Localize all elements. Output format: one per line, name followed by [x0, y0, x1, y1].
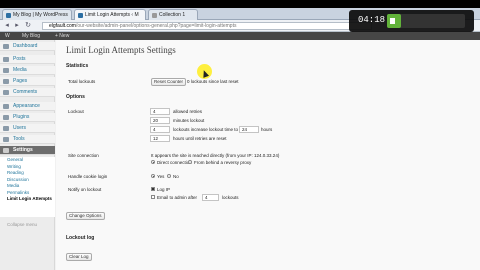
sidebar-item-label: Comments — [13, 89, 38, 95]
site-connection-note: It appears the site is reached directly … — [151, 153, 280, 158]
tab-collection[interactable]: Collection 1 — [148, 9, 198, 20]
reset-note: 0 lockouts since last reset — [187, 79, 239, 84]
sidebar-item-comments[interactable]: Comments — [0, 88, 55, 97]
top-bezel — [0, 0, 480, 8]
appearance-icon — [3, 104, 9, 109]
lockout-hours-input[interactable]: 24 — [239, 126, 259, 133]
plugins-icon — [3, 115, 9, 120]
tab-label: Collection 1 — [159, 12, 186, 18]
sidebar-item-pages[interactable]: Pages — [0, 77, 55, 86]
sidebar-item-label: Users — [13, 125, 27, 131]
sidebar-item-plugins[interactable]: Plugins — [0, 113, 55, 122]
submenu-limit-login-attempts[interactable]: Limit Login Attempts — [0, 196, 55, 203]
clear-log-button[interactable]: Clear Log — [66, 253, 92, 261]
sidebar-item-label: Posts — [13, 56, 26, 62]
change-options-button[interactable]: Change Options — [66, 212, 105, 220]
minutes-lockout-input[interactable]: 20 — [150, 117, 170, 124]
sidebar-item-label: Dashboard — [13, 43, 38, 49]
dashboard-icon — [3, 44, 9, 49]
cookie-yes-radio[interactable] — [151, 174, 155, 178]
options-heading: Options — [66, 94, 85, 100]
direct-connection-label: Direct connection — [157, 160, 192, 165]
admin-bar-site[interactable]: My Blog — [22, 32, 40, 40]
url-host: elgfault.com — [49, 23, 76, 29]
sidebar-item-settings[interactable]: Settings — [0, 146, 55, 155]
page-icon — [152, 13, 157, 18]
admin-sidebar: Dashboard Posts Media Pages Comments App… — [0, 40, 55, 270]
email-admin-label: Email to admin after — [157, 195, 198, 200]
notify-lockout-label: Notify on lockout — [68, 187, 102, 192]
hours-reset-label: hours until retries are reset — [173, 136, 227, 141]
video-time: 04:18 — [358, 15, 386, 25]
cookie-login-label: Handle cookie login — [68, 174, 108, 179]
settings-icon — [3, 148, 9, 153]
sidebar-item-tools[interactable]: Tools — [0, 135, 55, 144]
direct-connection-radio[interactable] — [151, 160, 155, 164]
allowed-retries-input[interactable]: 4 — [150, 108, 170, 115]
settings-submenu: General Writing Reading Discussion Media… — [0, 157, 55, 217]
media-icon — [3, 68, 9, 73]
email-admin-checkbox[interactable] — [151, 195, 155, 199]
wordpress-icon — [78, 13, 83, 18]
sidebar-item-dashboard[interactable]: Dashboard — [0, 42, 55, 51]
sidebar-item-label: Settings — [13, 147, 33, 153]
users-icon — [3, 126, 9, 131]
page-title: Limit Login Attempts Settings — [66, 45, 176, 55]
sidebar-item-label: Appearance — [13, 103, 40, 109]
sidebar-item-posts[interactable]: Posts — [0, 55, 55, 64]
comments-icon — [3, 90, 9, 95]
sidebar-item-label: Media — [13, 67, 27, 73]
lockouts-increase-label: lockouts increase lockout time to — [173, 127, 239, 132]
sidebar-item-label: Plugins — [13, 114, 30, 120]
screen: My Blog | My WordPress Limit Login Attem… — [0, 0, 480, 270]
collapse-menu[interactable]: Collapse menu — [7, 222, 37, 227]
statistics-heading: Statistics — [66, 63, 89, 69]
pages-icon — [3, 79, 9, 84]
sidebar-item-label: Tools — [13, 136, 25, 142]
sidebar-item-users[interactable]: Users — [0, 124, 55, 133]
lockout-label: Lockout — [68, 109, 84, 114]
lockouts-increase-input[interactable]: 4 — [150, 126, 170, 133]
minutes-lockout-label: minutes lockout — [173, 118, 205, 123]
back-icon[interactable]: ◂ — [3, 22, 11, 30]
lockout-log-heading: Lockout log — [66, 235, 95, 241]
wordpress-icon — [6, 13, 11, 18]
reverse-proxy-label: From behind a reversy proxy — [194, 160, 252, 165]
email-after-input[interactable]: 4 — [202, 194, 219, 201]
main-content: Limit Login Attempts Settings Statistics… — [56, 40, 480, 270]
url-path: /our-website/admin-panel/options-general… — [75, 23, 237, 29]
tab-label: Limit Login Attempts ‹ M — [85, 12, 139, 18]
admin-bar: W My Blog + New — [0, 32, 480, 40]
reset-counter-button[interactable]: Reset Counter — [151, 78, 187, 86]
site-connection-label: Site connection — [68, 153, 99, 158]
allowed-retries-label: allowed retries — [173, 109, 203, 114]
hours-reset-input[interactable]: 12 — [150, 135, 170, 142]
cookie-yes-label: Yes — [157, 174, 165, 179]
cookie-no-radio[interactable] — [167, 174, 171, 178]
cookie-no-label: No — [173, 174, 179, 179]
sidebar-item-label: Pages — [13, 78, 28, 84]
tab-label: My Blog | My WordPress — [13, 12, 68, 18]
email-after-suffix: lockouts — [222, 195, 239, 200]
reverse-proxy-radio[interactable] — [188, 160, 192, 164]
tools-icon — [3, 137, 9, 142]
lockout-hours-unit: hours — [261, 127, 273, 132]
tab-my-blog[interactable]: My Blog | My WordPress — [2, 9, 72, 20]
admin-bar-new[interactable]: + New — [55, 32, 69, 40]
log-ip-checkbox[interactable] — [151, 187, 155, 191]
total-lockouts-label: Total lockouts — [68, 79, 96, 84]
sidebar-item-media[interactable]: Media — [0, 66, 55, 75]
tab-limit-login[interactable]: Limit Login Attempts ‹ M — [74, 9, 146, 20]
video-timer-overlay: 04:18 — [349, 10, 474, 32]
posts-icon — [3, 57, 9, 62]
forward-icon[interactable]: ▸ — [13, 22, 21, 30]
video-progress-track[interactable] — [387, 14, 465, 28]
pause-icon[interactable] — [390, 18, 395, 24]
wordpress-logo-icon[interactable]: W — [5, 32, 10, 40]
url-input[interactable]: elgfault.com/our-website/admin-panel/opt… — [42, 22, 372, 30]
reload-icon[interactable]: ↻ — [24, 22, 32, 30]
sidebar-item-appearance[interactable]: Appearance — [0, 102, 55, 111]
log-ip-label: Log IP — [157, 187, 171, 192]
